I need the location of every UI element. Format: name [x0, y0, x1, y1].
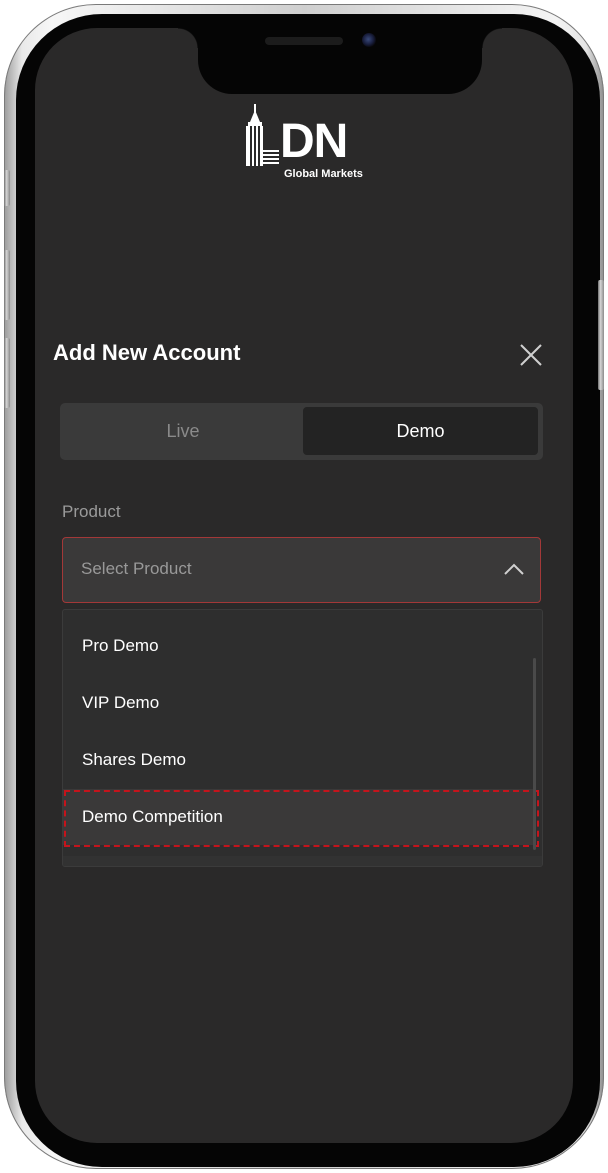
product-option-demo-competition[interactable]: Demo Competition: [63, 789, 533, 845]
volume-up-button: [4, 250, 10, 320]
logo-wordmark: DN: [280, 115, 348, 168]
dropdown-footer: [63, 856, 542, 866]
product-select[interactable]: Select Product: [62, 537, 541, 603]
earpiece-speaker: [265, 37, 343, 45]
silent-switch: [4, 170, 10, 206]
front-camera: [362, 33, 376, 47]
product-dropdown-list: Pro Demo VIP Demo Shares Demo Demo Compe…: [62, 609, 543, 867]
product-label: Product: [62, 502, 121, 521]
close-button[interactable]: [516, 340, 546, 370]
account-type-toggle: Live Demo: [60, 403, 543, 460]
product-option-vip-demo[interactable]: VIP Demo: [63, 675, 533, 731]
product-option-shares-demo[interactable]: Shares Demo: [63, 732, 533, 788]
product-option-pro-demo[interactable]: Pro Demo: [63, 618, 533, 674]
brand-logo: DN Global Markets: [244, 104, 368, 184]
page: DN Global Markets Add New Account Live D…: [0, 0, 608, 1173]
logo-subtitle: Global Markets: [284, 168, 363, 180]
volume-down-button: [4, 338, 10, 408]
tower-logo-icon: [246, 104, 279, 166]
chevron-up-icon: [504, 563, 524, 575]
tab-demo[interactable]: Demo: [303, 407, 538, 455]
tab-live[interactable]: Live: [64, 407, 302, 455]
page-title: Add New Account: [53, 340, 241, 365]
product-select-placeholder: Select Product: [81, 559, 192, 578]
dropdown-scrollbar[interactable]: [533, 658, 536, 850]
power-button: [598, 280, 604, 390]
close-icon: [520, 344, 542, 366]
